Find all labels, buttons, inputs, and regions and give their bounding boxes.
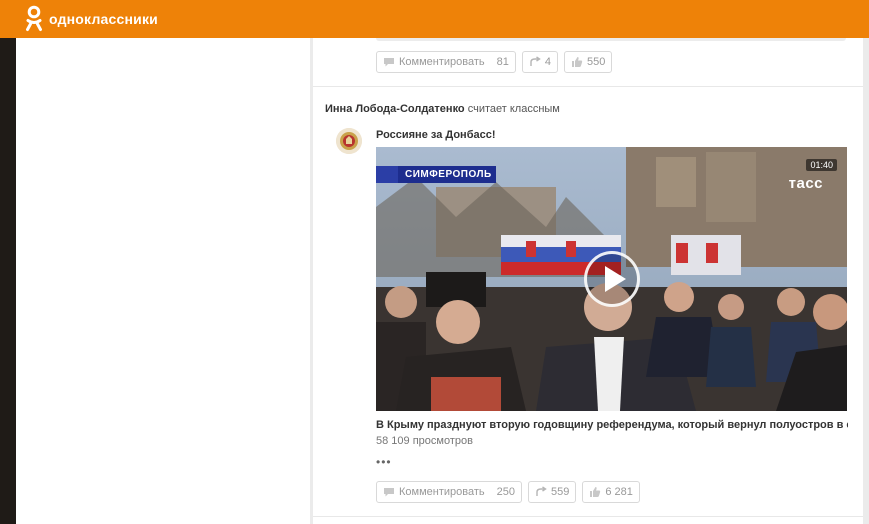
activity-line: Инна Лобода-Солдатенко считает классным bbox=[325, 103, 560, 115]
video-player[interactable]: СИМФЕРОПОЛЬ тасс 01:40 bbox=[376, 147, 847, 411]
comment-button[interactable]: Комментировать 250 bbox=[376, 481, 522, 503]
video-title-link[interactable]: В Крыму празднуют вторую годовщину рефер… bbox=[376, 419, 848, 431]
comment-count: 250 bbox=[496, 486, 515, 498]
previous-post-actions: Комментировать 81 4 550 bbox=[376, 51, 613, 73]
share-icon bbox=[536, 486, 547, 496]
post-divider bbox=[313, 86, 863, 87]
logo-text: одноклассники bbox=[49, 11, 158, 27]
like-button[interactable]: 550 bbox=[564, 51, 613, 73]
share-count: 4 bbox=[544, 56, 552, 68]
ok-logo-icon bbox=[26, 5, 42, 31]
like-button[interactable]: 6 281 bbox=[582, 481, 640, 503]
share-count: 559 bbox=[551, 486, 570, 498]
comment-icon bbox=[384, 58, 394, 67]
liker-action-text: считает классным bbox=[467, 103, 560, 115]
city-caption: СИМФЕРОПОЛЬ bbox=[376, 166, 496, 183]
video-views: 58 109 просмотров bbox=[376, 435, 473, 447]
city-caption-text: СИМФЕРОПОЛЬ bbox=[405, 169, 492, 180]
comment-icon bbox=[384, 488, 394, 497]
channel-logo: тасс bbox=[788, 175, 823, 192]
share-button[interactable]: 559 bbox=[528, 481, 577, 503]
like-count: 550 bbox=[587, 56, 606, 68]
left-column bbox=[16, 38, 310, 524]
post-actions: Комментировать 250 559 6 281 bbox=[376, 481, 640, 503]
left-edge-panel bbox=[0, 38, 16, 524]
more-options-button[interactable]: ••• bbox=[376, 455, 392, 469]
right-gutter bbox=[863, 38, 869, 524]
share-icon bbox=[530, 56, 541, 66]
post-divider-bottom bbox=[313, 516, 863, 517]
like-icon bbox=[590, 487, 601, 497]
comment-label: Комментировать bbox=[399, 486, 485, 498]
liker-name-link[interactable]: Инна Лобода-Солдатенко bbox=[325, 103, 465, 115]
like-count: 6 281 bbox=[605, 486, 633, 498]
video-duration: 01:40 bbox=[806, 159, 837, 171]
caption-strip bbox=[376, 166, 398, 183]
share-button[interactable]: 4 bbox=[521, 51, 559, 73]
group-name-link[interactable]: Россияне за Донбасс! bbox=[376, 129, 496, 141]
comment-count: 81 bbox=[496, 56, 509, 68]
play-icon bbox=[604, 266, 626, 292]
comment-label: Комментировать bbox=[399, 56, 485, 68]
comment-button[interactable]: Комментировать 81 bbox=[376, 51, 516, 73]
group-avatar[interactable] bbox=[336, 128, 362, 154]
like-icon bbox=[572, 57, 583, 67]
site-logo[interactable]: одноклассники bbox=[25, 5, 158, 33]
previous-post-media-edge bbox=[376, 38, 846, 41]
top-navigation-bar: одноклассники bbox=[0, 0, 869, 38]
group-emblem-icon bbox=[336, 128, 362, 154]
play-button[interactable] bbox=[584, 251, 640, 307]
